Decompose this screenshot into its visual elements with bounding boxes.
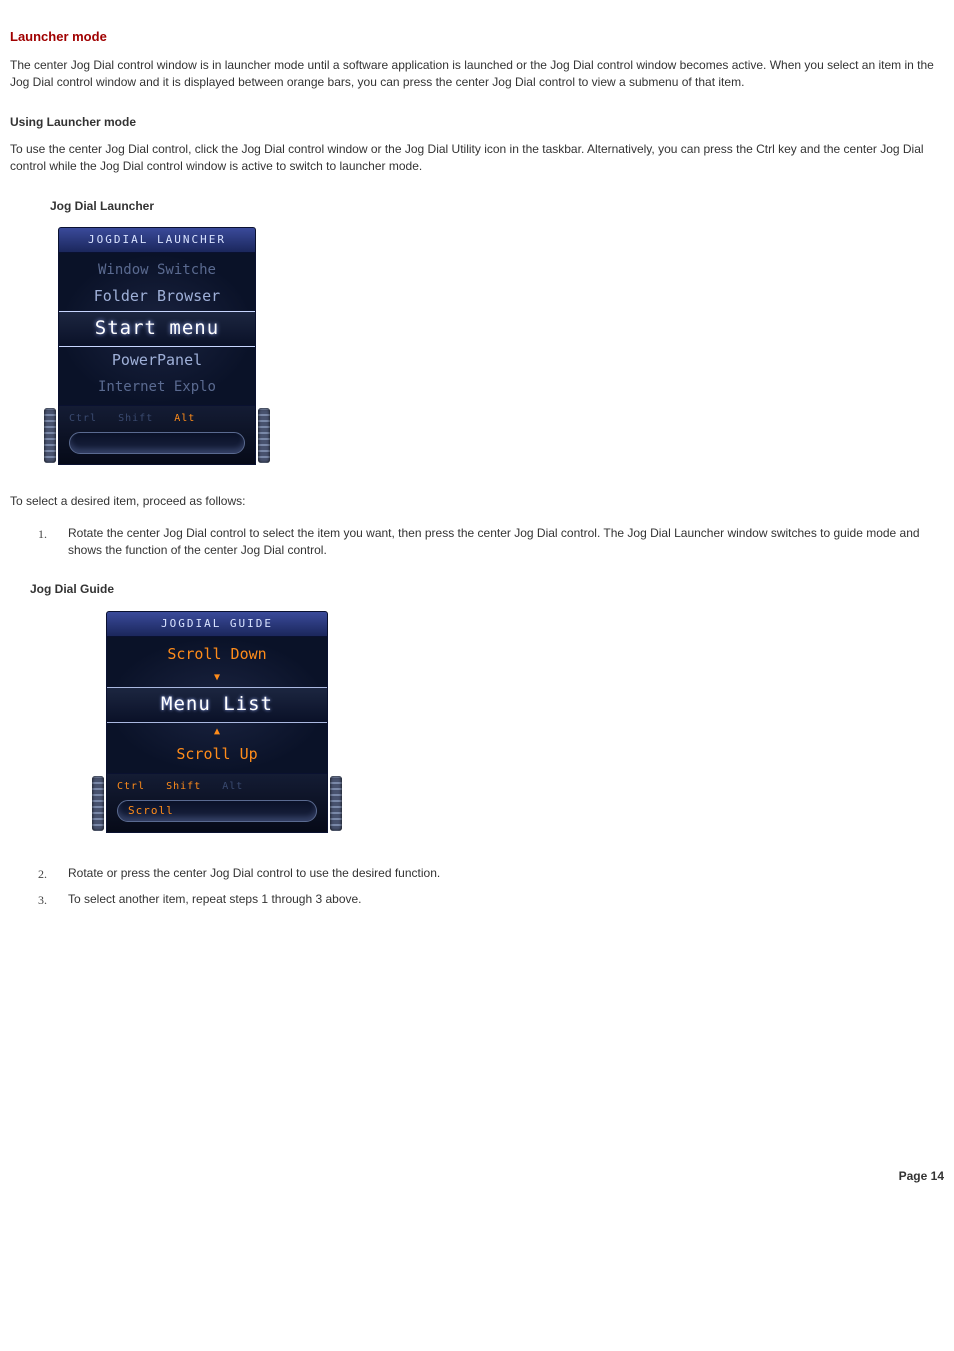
page-number: Page 14 <box>10 1168 944 1185</box>
jog-rail-left-icon <box>92 776 104 832</box>
jogdial-guide-window: JOGDIAL GUIDE Scroll Down ▼ Menu List ▲ … <box>106 611 328 833</box>
modifier-keys: Ctrl Shift Alt <box>117 780 317 795</box>
guide-scroll-down[interactable]: Scroll Down <box>107 641 327 669</box>
alt-key: Alt <box>222 781 243 792</box>
step-text: Rotate or press the center Jog Dial cont… <box>68 866 440 880</box>
launcher-panel: Window Switche Folder Browser Start menu… <box>58 253 256 406</box>
shift-key: Shift <box>118 413 153 424</box>
jog-rail-right-icon <box>330 776 342 832</box>
step-text: Rotate the center Jog Dial control to se… <box>68 526 920 557</box>
up-arrow-icon: ▲ <box>107 723 327 742</box>
step-2: 2. Rotate or press the center Jog Dial c… <box>68 865 944 882</box>
guide-menu-list[interactable]: Menu List <box>107 687 327 723</box>
launcher-titlebar: JOGDIAL LAUNCHER <box>58 227 256 253</box>
guide-bottom-box: Ctrl Shift Alt Scroll <box>106 774 328 834</box>
step-text: To select another item, repeat steps 1 t… <box>68 892 362 906</box>
figure-2-caption: Jog Dial Guide <box>30 581 944 598</box>
guide-panel: Scroll Down ▼ Menu List ▲ Scroll Up <box>106 637 328 774</box>
figure-1-caption: Jog Dial Launcher <box>50 198 944 215</box>
guide-slot[interactable]: Scroll <box>117 800 317 822</box>
launcher-item[interactable]: Internet Explo <box>59 374 255 400</box>
select-prompt: To select a desired item, proceed as fol… <box>10 493 944 510</box>
step-number: 3. <box>38 892 47 909</box>
ctrl-key: Ctrl <box>117 781 145 792</box>
jog-rail-right-icon <box>258 408 270 464</box>
jog-rail-left-icon <box>44 408 56 464</box>
using-heading: Using Launcher mode <box>10 114 944 131</box>
ctrl-key: Ctrl <box>69 413 97 424</box>
launcher-bottom-box: Ctrl Shift Alt <box>58 406 256 466</box>
guide-titlebar: JOGDIAL GUIDE <box>106 611 328 637</box>
launcher-slot[interactable] <box>69 432 245 454</box>
using-paragraph: To use the center Jog Dial control, clic… <box>10 141 944 176</box>
down-arrow-icon: ▼ <box>107 669 327 688</box>
launcher-item[interactable]: Window Switche <box>59 257 255 283</box>
guide-scroll-up[interactable]: Scroll Up <box>107 741 327 769</box>
page-title: Launcher mode <box>10 28 944 47</box>
launcher-item[interactable]: PowerPanel <box>59 347 255 375</box>
guide-slot-text: Scroll <box>128 803 174 819</box>
step-number: 1. <box>38 526 47 543</box>
step-3: 3. To select another item, repeat steps … <box>68 891 944 908</box>
launcher-item[interactable]: Folder Browser <box>59 283 255 311</box>
modifier-keys: Ctrl Shift Alt <box>69 412 245 427</box>
intro-paragraph: The center Jog Dial control window is in… <box>10 57 944 92</box>
alt-key: Alt <box>174 413 195 424</box>
launcher-item-selected[interactable]: Start menu <box>59 311 255 347</box>
step-1: 1. Rotate the center Jog Dial control to… <box>68 525 944 560</box>
shift-key: Shift <box>166 781 201 792</box>
step-number: 2. <box>38 866 47 883</box>
jogdial-launcher-window: JOGDIAL LAUNCHER Window Switche Folder B… <box>58 227 256 465</box>
